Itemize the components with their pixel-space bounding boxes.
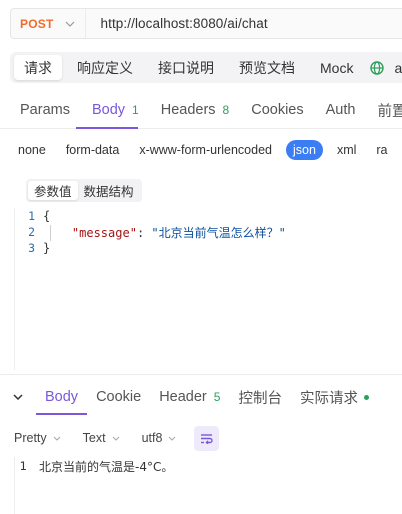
json-value: "北京当前气温怎么样？"	[151, 225, 286, 240]
active-tab-indicator	[76, 127, 138, 129]
wrap-lines-icon	[201, 433, 214, 444]
panel-divider[interactable]	[0, 374, 402, 375]
response-tab-body[interactable]: Body	[36, 379, 88, 415]
indent-guide	[50, 225, 51, 241]
body-type-raw[interactable]: ra	[376, 143, 387, 157]
json-key: "message"	[71, 225, 137, 240]
encoding-select[interactable]: utf8	[142, 431, 177, 445]
active-tab-indicator	[36, 413, 88, 415]
chevron-down-icon	[112, 436, 119, 441]
chevron-down-icon	[169, 436, 176, 441]
line-number: 3	[28, 241, 35, 255]
tab-headers-label: Headers	[160, 102, 216, 118]
header-count-badge: 5	[213, 390, 221, 404]
tab-overflow-text: a	[394, 59, 402, 76]
mode-schema-button[interactable]: 数据结构	[78, 181, 140, 200]
text-format-select[interactable]: Text	[83, 431, 120, 445]
tab-auth[interactable]: Auth	[315, 92, 367, 128]
tab-body[interactable]: Body 1	[81, 92, 150, 128]
response-tabs: Body Cookie Header 5 控制台 实际请求	[0, 378, 402, 416]
body-type-form-data[interactable]: form-data	[66, 143, 120, 157]
response-tab-body-label: Body	[45, 389, 79, 405]
tab-cookies[interactable]: Cookies	[240, 92, 314, 128]
tab-api-description[interactable]: 接口说明	[148, 55, 224, 80]
response-tab-header[interactable]: Header 5	[150, 379, 229, 415]
json-editor[interactable]: 1 { 2 "message": "北京当前气温怎么样？" 3 }	[14, 208, 402, 370]
chevron-down-icon	[13, 394, 23, 400]
line-number: 1	[28, 209, 35, 223]
response-body-viewer[interactable]: 1 北京当前的气温是-4°C。	[14, 457, 402, 514]
code-line: 3 }	[15, 240, 402, 256]
chevron-down-icon	[53, 436, 61, 441]
line-number: 1	[19, 459, 27, 473]
chevron-down-icon	[66, 21, 75, 27]
response-tab-console[interactable]: 控制台	[229, 379, 291, 415]
response-tab-header-label: Header	[159, 389, 207, 405]
method-label: POST	[20, 16, 54, 31]
text-format-label: Text	[82, 431, 106, 445]
body-type-xml[interactable]: xml	[337, 143, 356, 157]
tab-body-label: Body	[91, 102, 126, 118]
editor-mode-toggle: 参数值 数据结构	[26, 179, 142, 202]
tab-mock[interactable]: Mock	[310, 55, 363, 80]
method-select[interactable]: POST	[11, 9, 87, 38]
body-type-selector: none form-data x-www-form-urlencoded jso…	[18, 138, 402, 162]
response-tab-actual-label: 实际请求	[299, 390, 358, 407]
status-dot	[363, 394, 369, 400]
body-count-badge: 1	[132, 103, 139, 117]
code-text: "message": "北京当前气温怎么样？"	[43, 224, 286, 241]
globe-icon[interactable]	[370, 60, 385, 75]
tab-request[interactable]: 请求	[14, 55, 62, 80]
request-tabs: Params Body 1 Headers 8 Cookies Auth 前置操	[0, 92, 402, 129]
code-text: {	[43, 209, 51, 223]
body-type-none[interactable]: none	[18, 143, 46, 157]
encoding-label: utf8	[141, 431, 163, 445]
response-tab-actual-request[interactable]: 实际请求	[291, 379, 378, 415]
url-input[interactable]: http://localhost:8080/ai/chat	[86, 16, 267, 31]
headers-count-badge: 8	[222, 103, 230, 117]
code-text: }	[43, 241, 51, 255]
code-line: 2 "message": "北京当前气温怎么样？"	[15, 224, 402, 240]
pretty-label: Pretty	[14, 431, 47, 445]
tab-headers[interactable]: Headers 8	[150, 92, 241, 128]
url-bar: POST http://localhost:8080/ai/chat	[10, 8, 402, 39]
code-line: 1 {	[15, 208, 402, 224]
body-type-urlencoded[interactable]: x-www-form-urlencoded	[139, 143, 272, 157]
mode-values-button[interactable]: 参数值	[28, 181, 78, 200]
tab-pre-operations[interactable]: 前置操	[366, 92, 402, 128]
response-format-bar: Pretty Text utf8	[14, 425, 220, 451]
wrap-lines-button[interactable]	[194, 425, 220, 451]
response-tab-cookie[interactable]: Cookie	[87, 379, 150, 415]
pretty-select[interactable]: Pretty	[14, 431, 61, 445]
tab-preview-docs[interactable]: 预览文档	[229, 55, 305, 80]
tab-response-definition[interactable]: 响应定义	[67, 55, 143, 80]
line-number: 2	[28, 225, 35, 239]
body-type-json[interactable]: json	[286, 140, 323, 160]
doc-tabs: 请求 响应定义 接口说明 预览文档 Mock a	[10, 52, 402, 83]
tab-params[interactable]: Params	[0, 92, 81, 128]
json-separator: :	[136, 225, 152, 240]
collapse-response-button[interactable]	[0, 394, 36, 400]
response-text: 北京当前的气温是-4°C。	[39, 459, 174, 474]
response-line: 1 北京当前的气温是-4°C。	[15, 457, 402, 475]
